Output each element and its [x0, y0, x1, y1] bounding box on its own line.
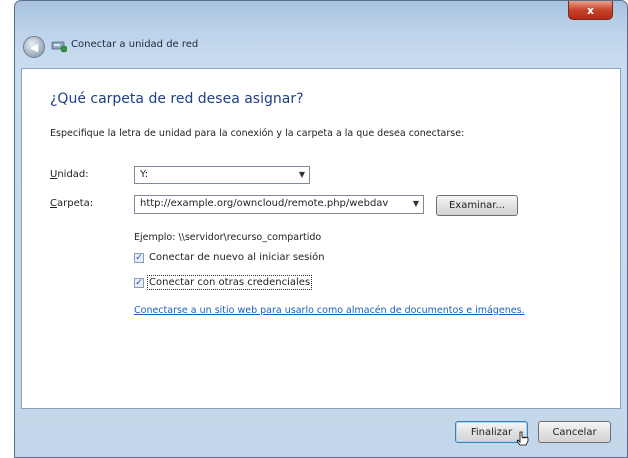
close-icon: x	[586, 3, 595, 17]
folder-combobox[interactable]: http://example.org/owncloud/remote.php/w…	[134, 195, 424, 214]
window-title: Conectar a unidad de red	[71, 39, 199, 50]
cancel-button[interactable]: Cancelar	[538, 421, 611, 443]
example-path-text: Ejemplo: \\servidor\recurso_compartido	[134, 232, 322, 243]
folder-path-value: http://example.org/owncloud/remote.php/w…	[140, 198, 389, 209]
pointer-cursor-icon	[516, 431, 529, 446]
content-panel: ¿Qué carpeta de red desea asignar? Espec…	[21, 68, 621, 409]
other-credentials-label: Conectar con otras credenciales	[146, 275, 313, 290]
reconnect-checkbox[interactable]: ✓	[134, 252, 144, 263]
folder-label: Carpeta:	[50, 198, 94, 209]
browse-button[interactable]: Examinar...	[436, 195, 518, 216]
instructions-text: Especifique la letra de unidad para la c…	[50, 128, 465, 139]
reconnect-checkbox-row[interactable]: ✓ Conectar de nuevo al iniciar sesión	[134, 252, 325, 263]
other-credentials-checkbox-row[interactable]: ✓ Conectar con otras credenciales	[134, 275, 313, 290]
back-button[interactable]: ◀	[23, 36, 45, 58]
drive-letter-value: Y:	[140, 169, 149, 180]
reconnect-label: Conectar de nuevo al iniciar sesión	[149, 252, 325, 263]
website-storage-link[interactable]: Conectarse a un sitio web para usarlo co…	[134, 305, 525, 316]
drive-letter-select[interactable]: Y: ▼	[134, 166, 310, 184]
page-heading: ¿Qué carpeta de red desea asignar?	[50, 91, 304, 107]
other-credentials-checkbox[interactable]: ✓	[134, 277, 144, 288]
chevron-down-icon: ▼	[412, 199, 419, 208]
drive-label: Unidad:	[50, 169, 89, 180]
map-network-drive-dialog: x ◀ Conectar a unidad de red ¿Qué carpet…	[14, 0, 628, 458]
network-drive-icon	[51, 41, 67, 53]
chevron-down-icon: ▼	[298, 170, 305, 179]
close-button[interactable]: x	[568, 1, 613, 20]
back-arrow-icon: ◀	[29, 40, 39, 54]
